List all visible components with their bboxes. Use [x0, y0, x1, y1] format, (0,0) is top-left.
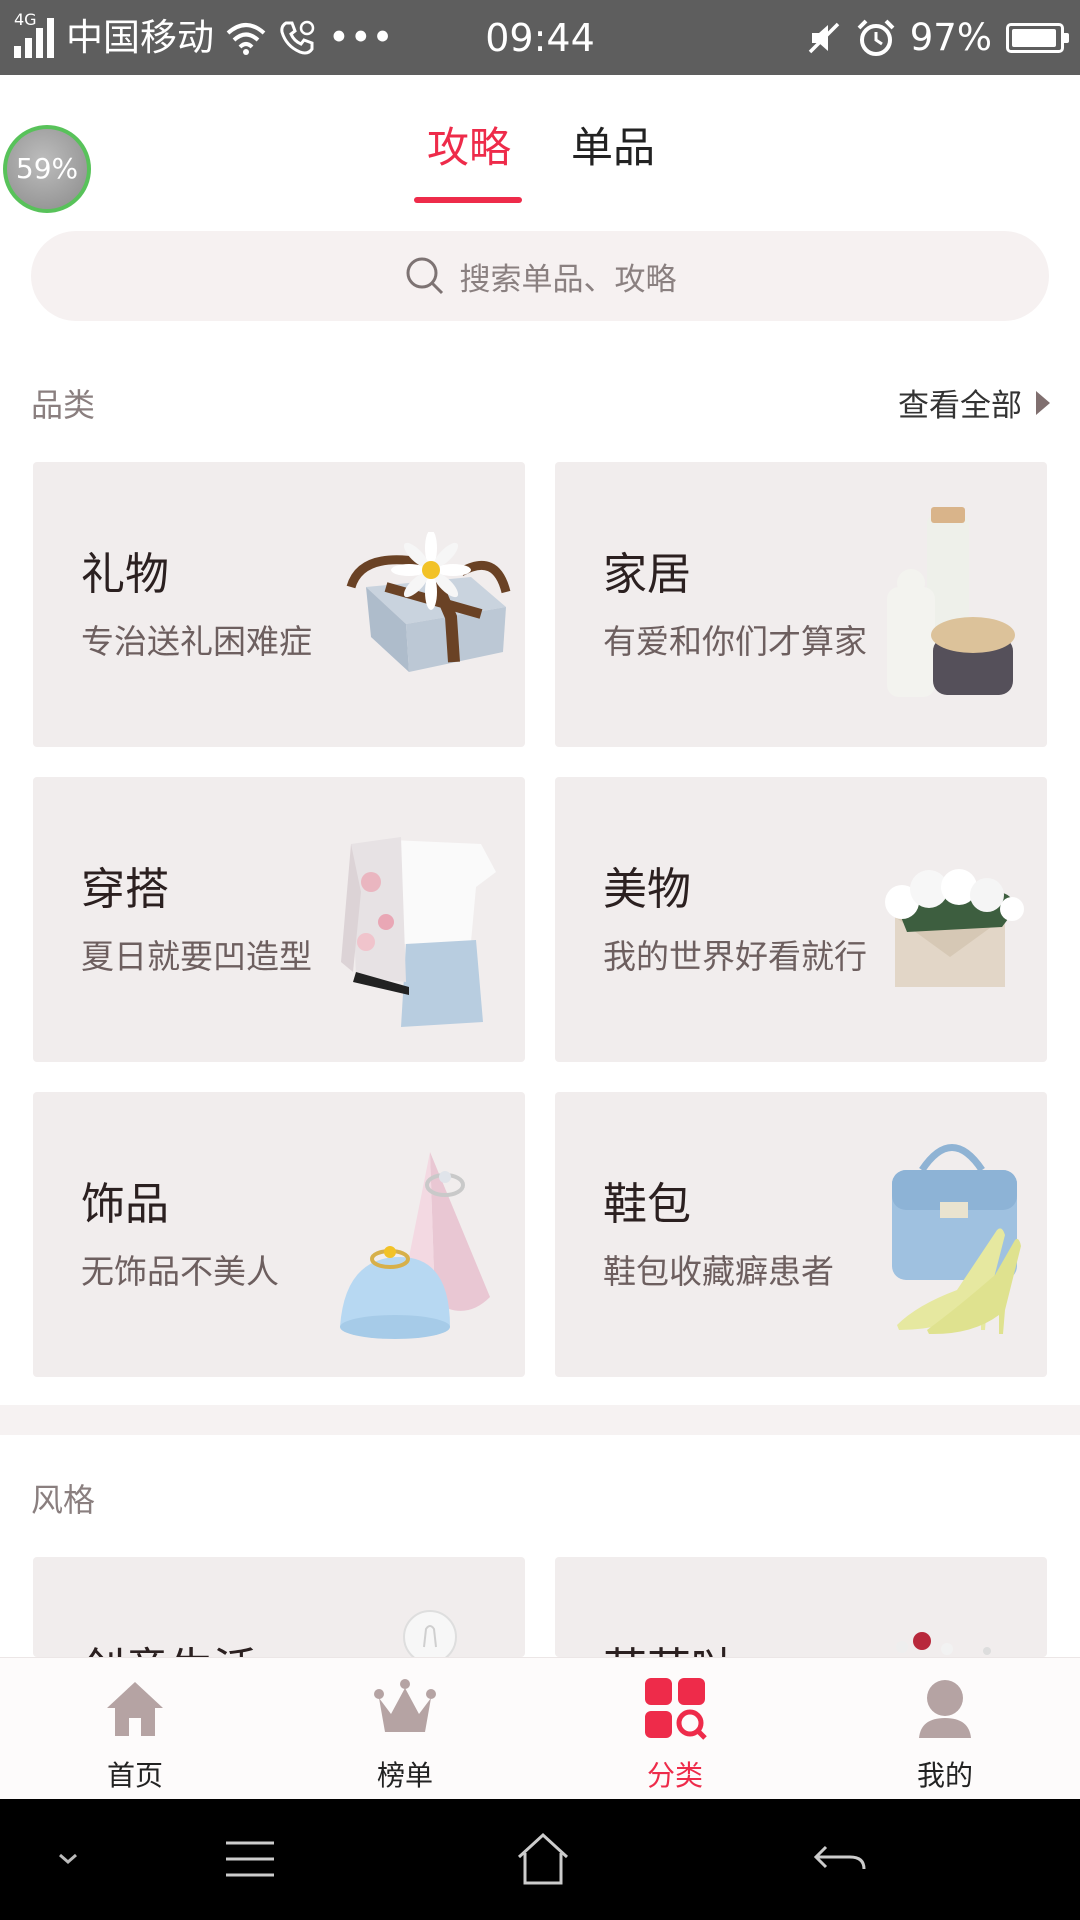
alarm-icon [857, 19, 895, 56]
search-icon [406, 257, 443, 295]
chevron-right-icon [1036, 390, 1050, 415]
search-bar[interactable]: 搜索单品、攻略 [31, 231, 1049, 321]
category-card-accessories[interactable]: 饰品 无饰品不美人 [33, 1092, 525, 1377]
battery-icon [1006, 23, 1069, 53]
battery-percent: 97% [909, 16, 992, 59]
section-divider [0, 1405, 1080, 1435]
card-title: 萌萌哒 [603, 1642, 735, 1657]
envelope-flowers-image [885, 869, 1024, 987]
section-title-styles: 风格 [31, 1481, 96, 1519]
category-card-outfits[interactable]: 穿搭 夏日就要凹造型 [33, 777, 525, 1062]
category-icon [645, 1678, 707, 1740]
home-button-icon[interactable] [513, 1829, 573, 1889]
nav-home-label: 首页 [106, 1759, 163, 1792]
profile-icon [919, 1680, 971, 1738]
mute-icon [808, 22, 839, 54]
nav-profile[interactable]: 我的 [810, 1658, 1080, 1800]
see-all-label: 查看全部 [898, 388, 1022, 424]
section-title-categories: 品类 [31, 386, 96, 424]
card-subtitle: 我的世界好看就行 [603, 937, 867, 976]
cute-toys-image [896, 1632, 991, 1655]
rings-image [340, 1152, 490, 1339]
category-card-home[interactable]: 家居 有爱和你们才算家 [555, 462, 1047, 747]
bag-heels-image [892, 1144, 1021, 1335]
top-tab-bar: 攻略 单品 [0, 75, 1080, 215]
see-all-link[interactable]: 查看全部 [898, 380, 1050, 425]
floating-progress-bubble[interactable]: 59% [3, 125, 91, 213]
search-placeholder: 搜索单品、攻略 [459, 261, 677, 298]
card-title: 鞋包 [603, 1179, 691, 1230]
nav-ranking[interactable]: 榜单 [270, 1658, 540, 1800]
menu-icon[interactable] [220, 1829, 280, 1889]
card-subtitle: 夏日就要凹造型 [81, 937, 312, 976]
card-title: 创意生活 [81, 1642, 257, 1657]
tab-products[interactable]: 单品 [571, 120, 655, 176]
back-icon[interactable] [810, 1829, 870, 1889]
status-bar: 4G 中国移动 ••• 09:44 97% [0, 0, 1080, 75]
tab-guides[interactable]: 攻略 [427, 120, 511, 176]
card-subtitle: 专治送礼困难症 [81, 622, 312, 661]
nav-category-label: 分类 [646, 1759, 703, 1792]
outfit-image [341, 837, 496, 1027]
category-card-shoes-bags[interactable]: 鞋包 鞋包收藏癖患者 [555, 1092, 1047, 1377]
vases-image [887, 507, 1015, 697]
bottom-navigation: 首页 榜单 分类 我的 [0, 1657, 1080, 1799]
nav-profile-label: 我的 [916, 1759, 973, 1792]
style-card-creative-life[interactable]: 创意生活 [33, 1557, 525, 1657]
nav-category[interactable]: 分类 [540, 1658, 810, 1800]
card-title: 家居 [603, 549, 691, 600]
light-bulb-image [403, 1610, 457, 1657]
card-title: 美物 [603, 864, 691, 915]
nav-home[interactable]: 首页 [0, 1658, 270, 1800]
card-subtitle: 无饰品不美人 [81, 1252, 279, 1291]
category-card-gift[interactable]: 礼物 专治送礼困难症 [33, 462, 525, 747]
card-title: 礼物 [81, 549, 169, 600]
home-icon [107, 1682, 163, 1736]
category-card-beauty[interactable]: 美物 我的世界好看就行 [555, 777, 1047, 1062]
gift-box-image [346, 532, 511, 672]
crown-icon [374, 1679, 436, 1732]
card-subtitle: 鞋包收藏癖患者 [603, 1252, 834, 1291]
active-tab-indicator [414, 197, 522, 203]
card-subtitle: 有爱和你们才算家 [603, 622, 867, 661]
nav-ranking-label: 榜单 [376, 1759, 433, 1792]
style-card-cute[interactable]: 萌萌哒 [555, 1557, 1047, 1657]
system-navigation-bar [0, 1799, 1080, 1920]
card-title: 饰品 [81, 1179, 169, 1230]
collapse-icon[interactable] [38, 1829, 98, 1889]
card-title: 穿搭 [81, 864, 169, 915]
